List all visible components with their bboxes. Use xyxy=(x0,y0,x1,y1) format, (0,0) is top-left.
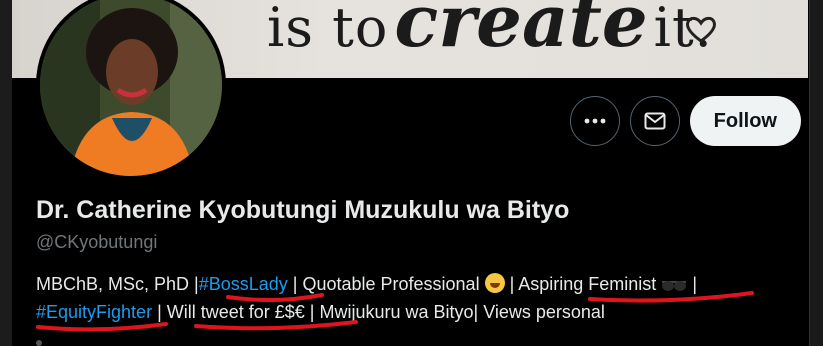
smiling-face-emoji-icon xyxy=(484,273,505,293)
follow-button[interactable]: Follow xyxy=(689,96,801,146)
banner-quote: is tocreate it. xyxy=(267,0,713,63)
sunglasses-emoji-icon xyxy=(662,281,687,291)
display-name: Dr. Catherine Kyobutungi Muzukulu wa Bit… xyxy=(36,196,570,224)
bio-text: | xyxy=(687,274,697,294)
profile-bio: MBChB, MSc, PhD |#BossLady | Quotable Pr… xyxy=(36,270,806,326)
envelope-icon xyxy=(644,112,666,130)
more-button[interactable] xyxy=(569,96,620,146)
banner-text-script: create xyxy=(394,0,648,63)
hashtag-bosslady[interactable]: #BossLady xyxy=(199,274,288,294)
bio-text: | Aspiring Feminist xyxy=(504,274,662,294)
bio-text: | Will tweet for £$€ | Mwijukuru wa Bity… xyxy=(152,302,605,322)
bio-text: MBChB, MSc, PhD | xyxy=(36,274,199,294)
profile-avatar[interactable] xyxy=(36,0,226,180)
avatar-photo xyxy=(40,0,222,176)
message-button[interactable] xyxy=(629,96,680,146)
more-icon xyxy=(584,118,606,124)
user-handle: @CKyobutungi xyxy=(36,232,158,252)
scrollbar[interactable] xyxy=(809,0,823,346)
window-left-edge xyxy=(0,0,12,346)
profile-actions: Follow xyxy=(569,96,801,146)
hashtag-equityfighter[interactable]: #EquityFighter xyxy=(36,302,152,322)
banner-text-1: is to xyxy=(267,0,389,59)
scroll-hint-dot xyxy=(36,340,42,346)
bio-text: | Quotable Professional xyxy=(287,274,485,294)
heart-icon xyxy=(686,16,716,43)
